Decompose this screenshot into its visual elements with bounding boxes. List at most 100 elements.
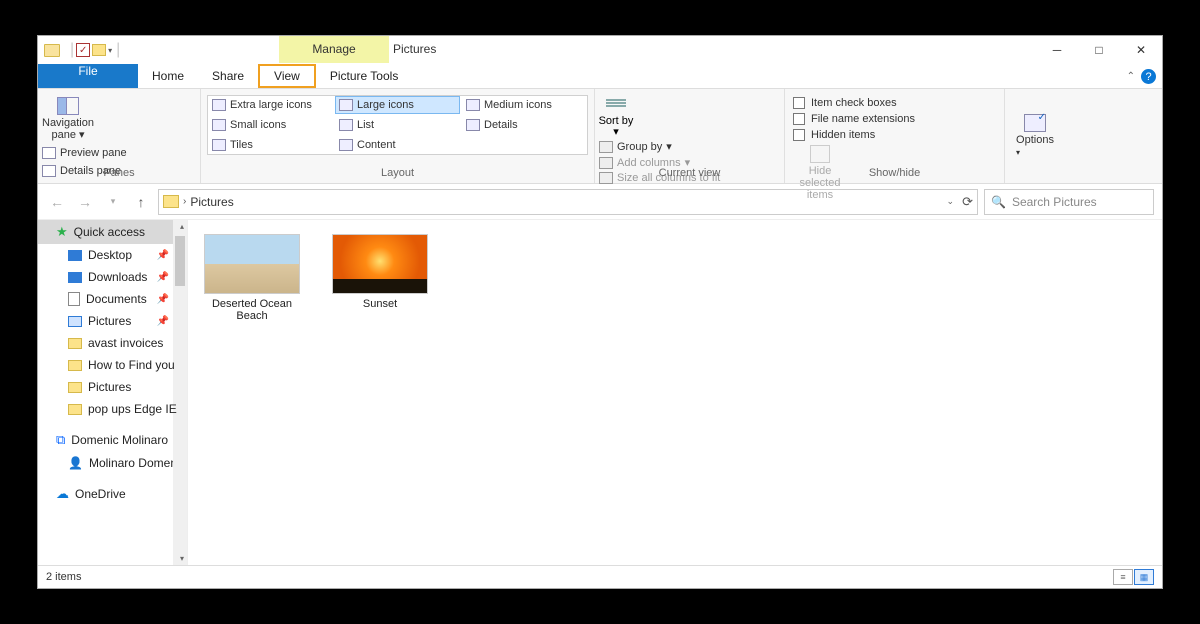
view-details-switch[interactable]: ≡ bbox=[1113, 569, 1133, 585]
layout-details[interactable]: Details bbox=[462, 116, 587, 134]
address-dropdown-icon[interactable]: ⌄ bbox=[947, 196, 955, 207]
address-bar[interactable]: › Pictures ⌄ ⟳ bbox=[158, 189, 978, 215]
qat-properties-icon[interactable]: ✓ bbox=[76, 43, 90, 57]
layout-icon bbox=[339, 119, 353, 131]
navigation-pane-icon bbox=[57, 97, 79, 115]
layout-icon bbox=[466, 99, 480, 111]
checkbox-icon bbox=[793, 97, 805, 109]
layout-icon bbox=[212, 99, 226, 111]
qat-sep: | bbox=[70, 41, 74, 59]
layout-small-icons[interactable]: Small icons bbox=[208, 116, 333, 134]
group-panes: Navigation pane ▾ Preview pane Details p… bbox=[38, 89, 201, 183]
forward-button[interactable]: → bbox=[74, 191, 96, 213]
star-icon: ★ bbox=[56, 224, 68, 240]
file-sunset[interactable]: Sunset bbox=[330, 234, 430, 310]
hide-selected-icon bbox=[810, 145, 830, 163]
group-by-icon bbox=[599, 141, 613, 153]
check-file-extensions[interactable]: File name extensions bbox=[793, 113, 1004, 125]
qat-newfolder-icon[interactable] bbox=[92, 44, 106, 56]
person-icon: 👤 bbox=[68, 456, 83, 470]
refresh-icon[interactable]: ⟳ bbox=[962, 194, 973, 210]
group-label-layout: Layout bbox=[201, 167, 594, 179]
pin-icon: 📌 bbox=[157, 316, 169, 327]
tab-share[interactable]: Share bbox=[198, 64, 258, 88]
history-dropdown-icon[interactable]: ▾ bbox=[102, 191, 124, 213]
group-label-current-view: Current view bbox=[595, 167, 784, 179]
address-folder-icon bbox=[163, 195, 179, 208]
layout-large-icons[interactable]: Large icons bbox=[335, 96, 460, 114]
file-deserted-ocean-beach[interactable]: Deserted Ocean Beach bbox=[202, 234, 302, 322]
thumbnail bbox=[332, 234, 428, 294]
tab-picture-tools[interactable]: Picture Tools bbox=[316, 64, 412, 88]
pin-icon: 📌 bbox=[157, 272, 169, 283]
sidebar-dropbox[interactable]: ⧉Domenic Molinaro bbox=[38, 428, 187, 452]
doc-icon bbox=[68, 292, 80, 306]
fold-icon bbox=[68, 338, 82, 349]
tab-home[interactable]: Home bbox=[138, 64, 198, 88]
layout-list[interactable]: List bbox=[335, 116, 460, 134]
titlebar: | ✓ ▾ | Manage Pictures ─ □ ✕ bbox=[38, 36, 1162, 64]
help-icon[interactable]: ? bbox=[1141, 69, 1156, 84]
window-title: Pictures bbox=[393, 42, 436, 56]
sidebar-quick-access[interactable]: ★ Quick access bbox=[38, 220, 187, 244]
pin-icon: 📌 bbox=[157, 250, 169, 261]
sidebar-dropbox-user[interactable]: 👤Molinaro Domen bbox=[38, 452, 187, 474]
status-bar: 2 items ≡ ▦ bbox=[38, 565, 1162, 588]
back-button[interactable]: ← bbox=[46, 191, 68, 213]
sidebar-item-avast-invoices[interactable]: avast invoices bbox=[38, 332, 187, 354]
contextual-tab-manage[interactable]: Manage bbox=[279, 36, 389, 63]
sidebar-item-desktop[interactable]: Desktop📌 bbox=[38, 244, 187, 266]
layout-icon bbox=[339, 139, 353, 151]
sidebar-item-pop-ups-edge-ie[interactable]: pop ups Edge IE bbox=[38, 398, 187, 420]
group-by-button[interactable]: Group by ▾ bbox=[599, 140, 780, 153]
sort-by-button[interactable]: Sort by ▾ bbox=[595, 95, 637, 138]
sidebar-item-pictures[interactable]: Pictures bbox=[38, 376, 187, 398]
layout-medium-icons[interactable]: Medium icons bbox=[462, 96, 587, 114]
ribbon: Navigation pane ▾ Preview pane Details p… bbox=[38, 89, 1162, 184]
breadcrumb-sep-icon[interactable]: › bbox=[183, 196, 186, 207]
quick-access-toolbar: | ✓ ▾ | bbox=[70, 41, 120, 59]
close-button[interactable]: ✕ bbox=[1120, 36, 1162, 63]
sidebar-item-how-to-find-you[interactable]: How to Find you bbox=[38, 354, 187, 376]
app-icon bbox=[44, 44, 60, 57]
ribbon-tabs: File Home Share View Picture Tools ⌃ ? bbox=[38, 64, 1162, 89]
layout-content[interactable]: Content bbox=[335, 136, 460, 154]
preview-pane-button[interactable]: Preview pane bbox=[42, 147, 196, 159]
file-list[interactable]: Deserted Ocean Beach Sunset bbox=[188, 220, 1162, 565]
layout-icon bbox=[212, 119, 226, 131]
maximize-button[interactable]: □ bbox=[1078, 36, 1120, 63]
scroll-up-icon[interactable]: ▴ bbox=[180, 222, 184, 231]
search-icon: 🔍 bbox=[991, 195, 1006, 209]
layout-extra-large-icons[interactable]: Extra large icons bbox=[208, 96, 333, 114]
breadcrumb-location[interactable]: Pictures bbox=[190, 195, 233, 209]
navigation-pane-button[interactable]: Navigation pane ▾ bbox=[38, 89, 98, 141]
check-hidden-items[interactable]: Hidden items bbox=[793, 129, 1004, 141]
search-input[interactable]: 🔍 Search Pictures bbox=[984, 189, 1154, 215]
thumbnail bbox=[204, 234, 300, 294]
group-layout: Extra large iconsLarge iconsMedium icons… bbox=[201, 89, 595, 183]
sidebar-onedrive[interactable]: ☁OneDrive bbox=[38, 482, 187, 506]
tab-view[interactable]: View bbox=[258, 64, 316, 88]
qat-sep2: | bbox=[116, 41, 120, 59]
sidebar-item-pictures[interactable]: Pictures📌 bbox=[38, 310, 187, 332]
minimize-button[interactable]: ─ bbox=[1036, 36, 1078, 63]
item-count: 2 items bbox=[46, 571, 81, 583]
view-icons-switch[interactable]: ▦ bbox=[1134, 569, 1154, 585]
options-button[interactable]: ✓ Options▾ bbox=[1005, 89, 1065, 183]
explorer-window: | ✓ ▾ | Manage Pictures ─ □ ✕ File Home … bbox=[37, 35, 1163, 589]
group-label-showhide: Show/hide bbox=[785, 167, 1004, 179]
qat-customize-icon[interactable]: ▾ bbox=[108, 46, 112, 55]
tab-file[interactable]: File bbox=[38, 64, 138, 88]
scroll-down-icon[interactable]: ▾ bbox=[180, 554, 184, 563]
collapse-ribbon-icon[interactable]: ⌃ bbox=[1127, 71, 1135, 82]
sidebar-item-documents[interactable]: Documents📌 bbox=[38, 288, 187, 310]
layout-tiles[interactable]: Tiles bbox=[208, 136, 333, 154]
group-showhide: Item check boxes File name extensions Hi… bbox=[785, 89, 1005, 183]
sidebar-item-downloads[interactable]: Downloads📌 bbox=[38, 266, 187, 288]
up-button[interactable]: ↑ bbox=[130, 191, 152, 213]
blue-icon bbox=[68, 272, 82, 283]
sort-icon bbox=[606, 99, 626, 115]
fold-icon bbox=[68, 404, 82, 415]
fold-icon bbox=[68, 382, 82, 393]
check-item-checkboxes[interactable]: Item check boxes bbox=[793, 97, 1004, 109]
